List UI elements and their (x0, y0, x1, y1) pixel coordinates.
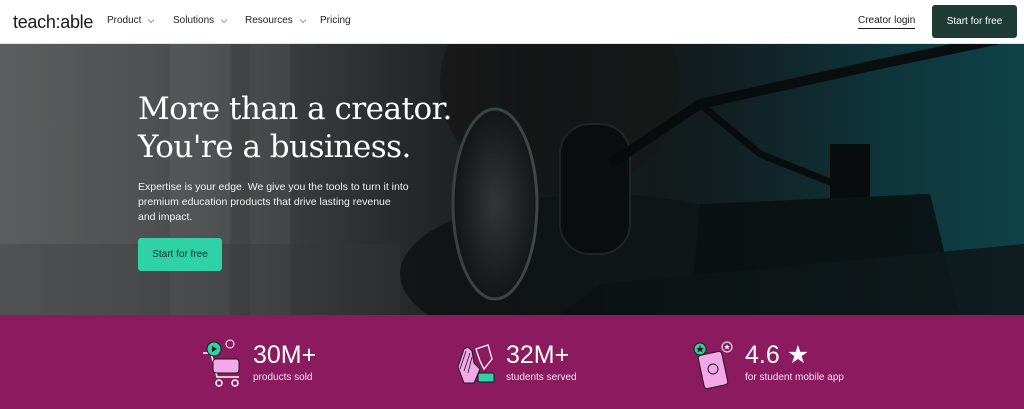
stat-label: products sold (253, 372, 313, 383)
hero-subtitle: Expertise is your edge. We give you the … (138, 181, 409, 223)
nav-item-resources[interactable]: Resources (245, 15, 308, 26)
nav-item-label: Product (107, 15, 142, 26)
hero-section: More than a creator. You're a business. … (0, 44, 1024, 315)
creator-login-link[interactable]: Creator login (858, 15, 916, 29)
chevron-down-icon (299, 18, 307, 23)
nav-item-product[interactable]: Product (107, 15, 156, 26)
hero-title: More than a creator. You're a business. (138, 90, 458, 166)
stat-value: 30M+ (253, 341, 317, 369)
stat-label: for student mobile app (745, 372, 844, 383)
shopping-cart-icon (203, 339, 240, 387)
nav-item-pricing[interactable]: Pricing (320, 15, 351, 26)
stat-label: students served (506, 372, 577, 383)
teachable-logo[interactable]: teach:able (13, 12, 93, 33)
chevron-down-icon (220, 18, 228, 23)
stat-products-sold: 30M+ products sold (197, 339, 316, 391)
top-nav: teach:able Product Solutions Resources P… (0, 0, 1024, 44)
stats-band: 30M+ products sold 32M+ students served … (0, 315, 1024, 409)
hero-title-line-2: You're a business. (138, 129, 411, 165)
stat-value: 32M+ (506, 341, 570, 369)
stat-mobile-app-rating: 4.6 ★ for student mobile app (689, 339, 844, 391)
hero-start-for-free-button[interactable]: Start for free (138, 238, 222, 271)
stat-students-served: 32M+ students served (450, 339, 577, 391)
mobile-app-icon (693, 341, 733, 390)
nav-item-label: Solutions (173, 15, 215, 26)
high-five-hands-icon (457, 344, 495, 384)
nav-item-solutions[interactable]: Solutions (173, 15, 229, 26)
nav-item-label: Pricing (320, 15, 351, 26)
nav-item-label: Resources (245, 15, 293, 26)
chevron-down-icon (148, 18, 155, 23)
stat-value: 4.6 ★ (745, 341, 810, 369)
nav-start-for-free-button[interactable]: Start for free (932, 5, 1017, 38)
hero-title-line-1: More than a creator. (138, 91, 452, 127)
